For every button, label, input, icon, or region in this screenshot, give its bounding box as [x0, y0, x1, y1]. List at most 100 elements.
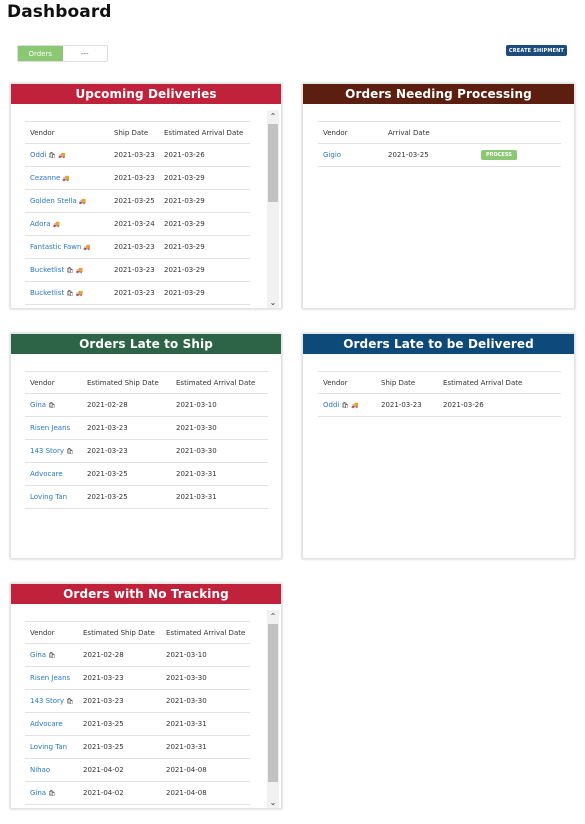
- vendor-link[interactable]: Oddi: [30, 151, 46, 159]
- vendor-cell[interactable]: Fantastic Fawn 🚚: [30, 236, 91, 258]
- vendor-cell[interactable]: 143 Story 🛍: [30, 440, 74, 462]
- ship-date-cell: 2021-03-23: [83, 697, 124, 705]
- vendor-cell[interactable]: Loving Tan: [30, 736, 67, 758]
- vendor-link[interactable]: 143 Story: [30, 697, 64, 705]
- table-row: Fantastic Fawn 🚚 2021-03-23 2021-03-29: [25, 236, 250, 259]
- arrival-date-cell: 2021-03-31: [176, 493, 217, 501]
- table-row: Gina 🛍 2021-02-28 2021-03-10: [25, 394, 268, 417]
- arrival-date-cell: 2021-03-31: [166, 743, 207, 751]
- arrival-date-cell: 2021-03-31: [176, 470, 217, 478]
- table-row: Cezanne 🚚 2021-03-23 2021-03-29: [25, 167, 250, 190]
- vendor-cell[interactable]: Advocare: [30, 463, 63, 485]
- scrollbar-thumb[interactable]: [268, 124, 278, 202]
- table-header: Vendor Estimated Ship Date Estimated Arriv…: [25, 371, 268, 394]
- ship-date-cell: 2021-03-23: [87, 447, 128, 455]
- table-row: 143 Story 🛍 2021-03-23 2021-03-30: [25, 690, 250, 713]
- ship-date-cell: 2021-02-28: [83, 651, 124, 659]
- vendor-cell[interactable]: Oddi 🛍 🚚: [30, 144, 65, 166]
- vendor-link[interactable]: Bucketlist: [30, 289, 64, 297]
- vendor-link[interactable]: Golden Stella: [30, 197, 77, 205]
- card-orders-late-to-ship: Orders Late to Ship Vendor Estimated Ship…: [10, 333, 282, 559]
- vendor-cell[interactable]: Adora 🚚: [30, 213, 60, 235]
- arrival-date-cell: 2021-03-29: [164, 289, 205, 297]
- vendor-link[interactable]: Gigio: [323, 151, 341, 159]
- table-header: Vendor Arrival Date: [318, 121, 561, 144]
- vendor-link[interactable]: Nihao: [30, 766, 50, 774]
- ship-date-cell: 2021-03-23: [114, 151, 155, 159]
- toggle-orders[interactable]: Orders: [18, 46, 63, 61]
- vendor-cell[interactable]: 143 Story 🛍: [30, 690, 74, 712]
- table-row: Oddi 🛍 🚚 2021-03-23 2021-03-26: [25, 144, 250, 167]
- card-title: Orders with No Tracking: [11, 584, 281, 604]
- column-header: Vendor: [30, 628, 55, 637]
- vendor-cell[interactable]: Golden Stella 🚚: [30, 190, 86, 212]
- arrival-date-cell: 2021-03-31: [166, 720, 207, 728]
- table-row: Oddi 🛍 🚚 2021-03-23 2021-03-26: [318, 394, 561, 417]
- vendor-cell[interactable]: Gina 🛍: [30, 394, 56, 416]
- vendor-link[interactable]: Fantastic Fawn: [30, 243, 81, 251]
- card-title: Orders Needing Processing: [303, 84, 574, 104]
- vendor-cell[interactable]: Advocare: [30, 713, 63, 735]
- shopping-bag-icon: 🛍: [48, 401, 56, 409]
- chevron-up-icon[interactable]: ⌃: [267, 110, 279, 122]
- vendor-link[interactable]: Loving Tan: [30, 743, 67, 751]
- vendor-cell[interactable]: Bucketlist 🛍 🚚: [30, 259, 83, 281]
- vendor-link[interactable]: Oddi: [323, 401, 339, 409]
- ship-date-cell: 2021-04-02: [83, 766, 124, 774]
- vendor-link[interactable]: Gina: [30, 401, 46, 409]
- ship-date-cell: 2021-03-25: [87, 470, 128, 478]
- vendor-link[interactable]: Cezanne: [30, 174, 60, 182]
- ship-date-cell: 2021-03-25: [87, 493, 128, 501]
- shopping-bag-icon: 🛍: [66, 447, 74, 455]
- vendor-link[interactable]: Gina: [30, 789, 46, 797]
- toggle-other[interactable]: ---: [62, 46, 107, 61]
- truck-icon: 🚚: [62, 174, 70, 182]
- vendor-link[interactable]: 143 Story: [30, 447, 64, 455]
- ship-date-cell: 2021-04-02: [83, 789, 124, 797]
- scrollbar[interactable]: ⌃ ⌄: [267, 610, 279, 808]
- arrival-date-cell: 2021-03-26: [443, 401, 484, 409]
- chevron-up-icon[interactable]: ⌃: [267, 610, 279, 622]
- vendor-cell[interactable]: Loving Tan: [30, 486, 67, 508]
- vendor-link[interactable]: Advocare: [30, 470, 63, 478]
- arrival-date-cell: 2021-03-29: [164, 266, 205, 274]
- ship-date-cell: 2021-03-23: [381, 401, 422, 409]
- vendor-cell[interactable]: Nihao: [30, 759, 50, 781]
- vendor-cell[interactable]: Bucketlist 🛍 🚚: [30, 282, 83, 304]
- vendor-cell[interactable]: Oddi 🛍 🚚: [323, 394, 358, 416]
- create-shipment-button[interactable]: CREATE SHIPMENT: [506, 45, 567, 56]
- scrollbar[interactable]: ⌃ ⌄: [267, 110, 279, 308]
- scrollbar-thumb[interactable]: [268, 624, 278, 782]
- table-row: Advocare 2021-03-25 2021-03-31: [25, 713, 250, 736]
- vendor-cell[interactable]: Risen Jeans: [30, 667, 70, 689]
- vendor-link[interactable]: Risen Jeans: [30, 674, 70, 682]
- shopping-bag-icon: 🛍: [48, 651, 56, 659]
- arrival-date-cell: 2021-03-10: [176, 401, 217, 409]
- column-header: Vendor: [30, 128, 55, 137]
- vendor-link[interactable]: Gina: [30, 651, 46, 659]
- chevron-down-icon[interactable]: ⌄: [267, 796, 279, 808]
- chevron-down-icon[interactable]: ⌄: [267, 296, 279, 308]
- upcoming-table: Vendor Ship Date Estimated Arrival Date Odd…: [25, 121, 250, 305]
- vendor-cell[interactable]: Gigio: [323, 144, 341, 166]
- shopping-bag-icon: 🛍: [48, 151, 56, 159]
- table-header: Vendor Ship Date Estimated Arrival Date: [318, 371, 561, 394]
- vendor-link[interactable]: Loving Tan: [30, 493, 67, 501]
- vendor-cell[interactable]: Cezanne 🚚: [30, 167, 70, 189]
- vendor-link[interactable]: Advocare: [30, 720, 63, 728]
- vendor-cell[interactable]: Gina 🛍: [30, 644, 56, 666]
- ship-date-cell: 2021-03-23: [87, 424, 128, 432]
- card-upcoming-deliveries: Upcoming Deliveries Vendor Ship Date Estim…: [10, 83, 282, 309]
- table-row: Loving Tan 2021-03-25 2021-03-31: [25, 736, 250, 759]
- vendor-link[interactable]: Adora: [30, 220, 51, 228]
- vendor-cell[interactable]: Risen Jeans: [30, 417, 70, 439]
- view-toggle[interactable]: Orders ---: [17, 45, 108, 62]
- arrival-date-cell: 2021-03-30: [166, 674, 207, 682]
- table-header: Vendor Estimated Ship Date Estimated Arriv…: [25, 621, 250, 644]
- column-header: Estimated Arrival Date: [164, 128, 244, 137]
- column-header: Estimated Arrival Date: [176, 378, 256, 387]
- vendor-cell[interactable]: Gina 🛍: [30, 782, 56, 804]
- process-button[interactable]: PROCESS: [481, 150, 517, 160]
- vendor-link[interactable]: Risen Jeans: [30, 424, 70, 432]
- vendor-link[interactable]: Bucketlist: [30, 266, 64, 274]
